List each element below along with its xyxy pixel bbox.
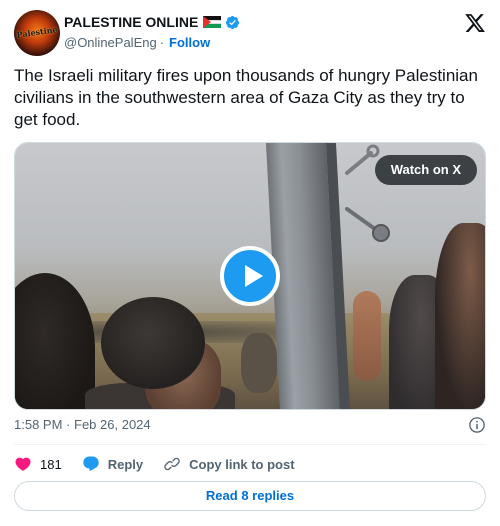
heart-icon bbox=[15, 457, 31, 471]
read-replies-button[interactable]: Read 8 replies bbox=[14, 481, 486, 511]
video-scene-person bbox=[241, 333, 277, 393]
like-button[interactable]: 181 bbox=[14, 455, 62, 473]
copy-link-label: Copy link to post bbox=[189, 456, 295, 472]
reply-button[interactable]: Reply bbox=[82, 455, 143, 473]
copy-link-button[interactable]: Copy link to post bbox=[163, 455, 295, 473]
tweet-header: Palestine PALESTINE ONLINE @OnlinePalEng… bbox=[14, 10, 486, 56]
handle-row: @OnlinePalEng · Follow bbox=[64, 35, 240, 50]
author-name[interactable]: PALESTINE ONLINE bbox=[64, 14, 198, 30]
palestine-flag-icon bbox=[203, 16, 222, 28]
play-icon bbox=[245, 265, 263, 287]
name-row: PALESTINE ONLINE bbox=[64, 13, 240, 31]
info-icon[interactable] bbox=[468, 416, 486, 434]
action-bar: 181 Reply Copy link to post bbox=[14, 454, 315, 474]
divider bbox=[14, 444, 486, 445]
video-scene-person bbox=[101, 297, 205, 389]
avatar-logo-text: Palestine bbox=[15, 24, 59, 40]
video-scene-person bbox=[435, 223, 485, 409]
reply-bubble-icon bbox=[83, 456, 99, 472]
handle-separator: · bbox=[159, 35, 165, 50]
author-handle[interactable]: @OnlinePalEng bbox=[64, 35, 157, 50]
avatar[interactable]: Palestine bbox=[14, 10, 60, 56]
like-count: 181 bbox=[40, 456, 62, 472]
tweet-time: 1:58 PM bbox=[14, 417, 63, 432]
timestamp-separator: · bbox=[66, 417, 71, 432]
verified-badge-icon bbox=[226, 15, 240, 29]
video-thumbnail[interactable]: Watch on X bbox=[14, 142, 486, 410]
watch-on-x-button[interactable]: Watch on X bbox=[374, 155, 477, 185]
user-info: PALESTINE ONLINE @OnlinePalEng · Follow bbox=[64, 13, 240, 50]
link-icon bbox=[164, 457, 180, 471]
tweet-text: The Israeli military fires upon thousand… bbox=[14, 66, 478, 129]
video-scene-hand bbox=[353, 291, 381, 381]
x-logo-icon[interactable] bbox=[464, 12, 486, 34]
video-scene-hook bbox=[345, 207, 390, 242]
follow-link[interactable]: Follow bbox=[169, 35, 210, 50]
reply-label: Reply bbox=[107, 456, 144, 472]
tweet-date: Feb 26, 2024 bbox=[74, 417, 151, 432]
play-button[interactable] bbox=[220, 246, 280, 306]
tweet-timestamp[interactable]: 1:58 PM · Feb 26, 2024 bbox=[14, 417, 151, 432]
